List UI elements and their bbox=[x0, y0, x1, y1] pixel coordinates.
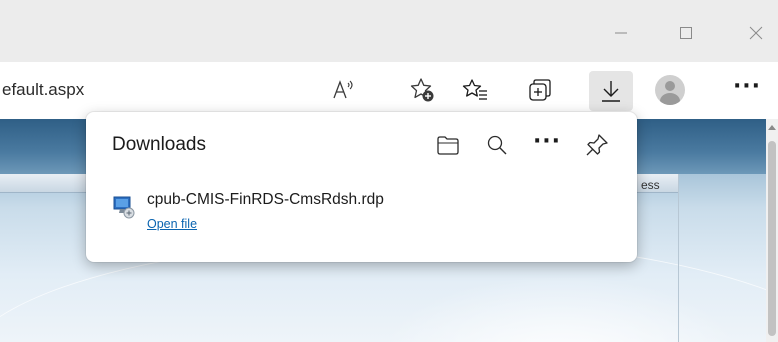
collections-icon bbox=[529, 79, 551, 101]
profile-icon bbox=[655, 75, 685, 105]
downloads-button[interactable] bbox=[589, 71, 633, 111]
title-bar bbox=[0, 0, 778, 62]
collections-button[interactable] bbox=[523, 73, 557, 107]
add-favorite-icon bbox=[410, 78, 434, 102]
pin-icon bbox=[586, 134, 608, 156]
search-icon bbox=[487, 135, 507, 155]
downloads-icon bbox=[602, 81, 620, 102]
open-folder-icon bbox=[437, 136, 459, 155]
page-frame-divider bbox=[678, 174, 679, 342]
downloads-title: Downloads bbox=[112, 134, 206, 155]
open-downloads-folder-button[interactable] bbox=[432, 129, 464, 161]
read-aloud-icon bbox=[333, 80, 353, 99]
pin-downloads-button[interactable] bbox=[581, 129, 613, 161]
open-file-link[interactable]: Open file bbox=[147, 217, 197, 231]
more-icon: ··· bbox=[732, 74, 762, 99]
favorites-button[interactable] bbox=[458, 73, 492, 107]
profile-button[interactable] bbox=[653, 73, 687, 107]
scroll-up-arrow-icon[interactable] bbox=[768, 125, 776, 130]
download-item[interactable]: cpub-CMIS-FinRDS-CmsRdsh.rdp Open file bbox=[100, 182, 620, 238]
minimize-icon bbox=[615, 32, 627, 34]
more-icon: ··· bbox=[532, 129, 562, 154]
close-button[interactable] bbox=[741, 18, 771, 48]
browser-toolbar: efault.aspx ··· bbox=[0, 62, 778, 119]
maximize-button[interactable] bbox=[671, 18, 701, 48]
settings-more-button[interactable]: ··· bbox=[730, 73, 764, 107]
address-bar[interactable]: efault.aspx bbox=[0, 62, 448, 119]
read-aloud-button[interactable] bbox=[327, 73, 361, 107]
scrollbar-thumb[interactable] bbox=[768, 141, 776, 336]
downloads-flyout: Downloads ··· cpub-CMIS-FinRDS-CmsRdsh.r… bbox=[86, 112, 637, 262]
address-url[interactable]: efault.aspx bbox=[2, 80, 84, 100]
downloads-more-options-button[interactable]: ··· bbox=[531, 129, 563, 161]
search-downloads-button[interactable] bbox=[481, 129, 513, 161]
rdp-file-icon bbox=[113, 196, 135, 219]
minimize-button[interactable] bbox=[606, 18, 636, 48]
add-favorite-button[interactable] bbox=[405, 73, 439, 107]
favorites-icon bbox=[462, 79, 487, 100]
page-nav-partial-text[interactable]: ess bbox=[641, 178, 660, 192]
close-icon bbox=[749, 26, 763, 40]
maximize-icon bbox=[680, 27, 692, 39]
page-scrollbar[interactable] bbox=[766, 119, 778, 342]
download-file-name[interactable]: cpub-CMIS-FinRDS-CmsRdsh.rdp bbox=[147, 191, 384, 209]
